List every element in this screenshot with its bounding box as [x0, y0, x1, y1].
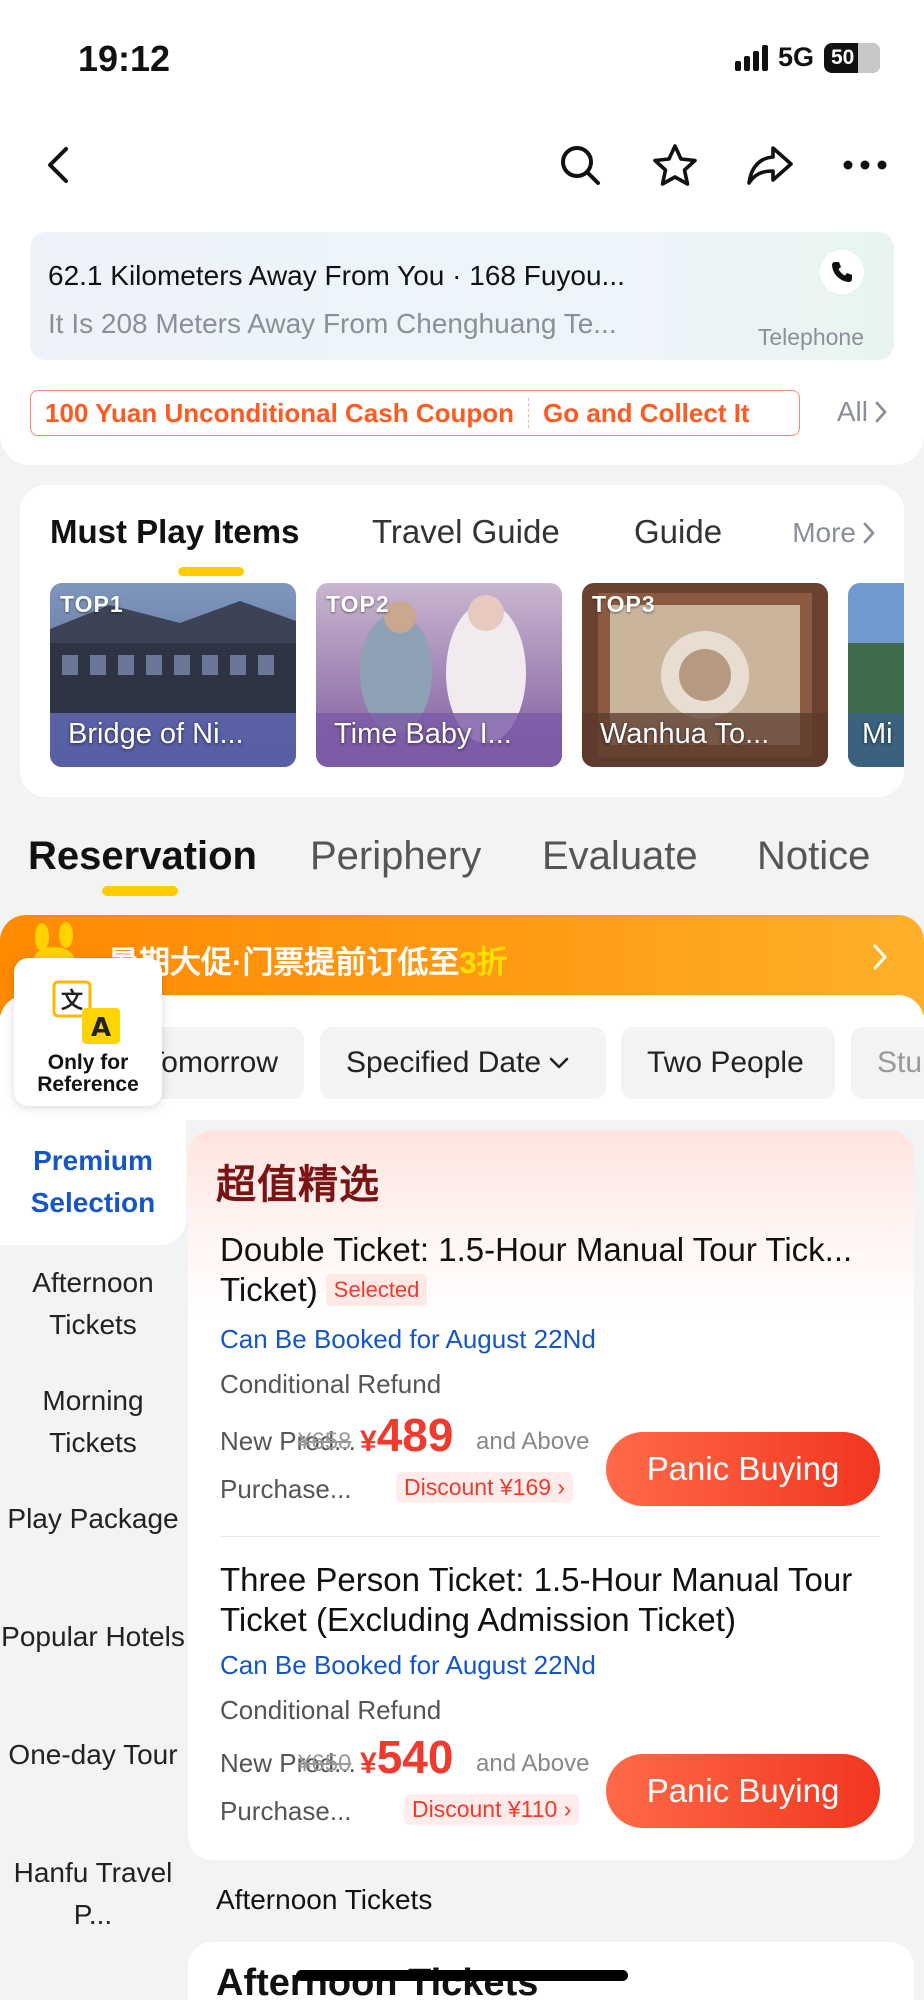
original-price: ¥650 — [298, 1750, 352, 1777]
filter-two-people[interactable]: Two People — [621, 1027, 835, 1099]
coupon-collect[interactable]: Go and Collect It — [529, 398, 764, 429]
selected-badge: Selected — [325, 1274, 428, 1306]
attraction-name: Mi — [862, 718, 893, 750]
tab-guide[interactable]: Guide — [634, 513, 722, 551]
ticket-item[interactable]: Double Ticket: 1.5-Hour Manual Tour Tick… — [220, 1230, 890, 1530]
coupon-bar[interactable]: 100 Yuan Unconditional Cash Coupon Go an… — [30, 390, 800, 436]
side-nav-afternoon-tickets[interactable]: Afternoon Tickets — [0, 1262, 186, 1346]
svg-text:文: 文 — [61, 988, 84, 1014]
address-nearby: It Is 208 Meters Away From Chenghuang Te… — [48, 308, 617, 339]
search-icon[interactable] — [553, 138, 607, 192]
must-play-item[interactable]: TOP2 Time Baby I... — [316, 583, 562, 767]
chevron-right-icon — [873, 944, 887, 970]
afternoon-tickets-title: Afternoon Tickets — [216, 1962, 539, 2000]
tab-periphery[interactable]: Periphery — [310, 834, 481, 879]
current-price: ¥489 — [360, 1409, 454, 1461]
nav-bar — [0, 110, 924, 220]
location-card: 62.1 Kilometers Away From You · 168 Fuyo… — [0, 220, 924, 465]
side-nav-premium-selection[interactable]: Premium Selection — [0, 1140, 186, 1224]
tab-evaluate[interactable]: Evaluate — [542, 834, 698, 879]
booking-date: Can Be Booked for August 22Nd — [220, 1324, 596, 1354]
rank-badge: TOP2 — [326, 591, 390, 617]
current-price: ¥540 — [360, 1731, 454, 1783]
must-play-more[interactable]: More — [792, 517, 876, 549]
side-nav-play-package[interactable]: Play Package — [0, 1498, 186, 1540]
side-nav-hanfu-travel[interactable]: Hanfu Travel P... — [0, 1852, 186, 1936]
translate-badge[interactable]: 文 A Only for Reference — [14, 958, 162, 1106]
refund-policy: Conditional Refund — [220, 1369, 442, 1399]
attraction-name: Time Baby I... — [334, 718, 512, 750]
star-icon[interactable] — [648, 138, 702, 192]
booking-date: Can Be Booked for August 22Nd — [220, 1650, 596, 1680]
must-play-card: Must Play Items Travel Guide Guide More … — [20, 485, 904, 797]
purchase-label: Purchase... — [220, 1796, 352, 1826]
filter-student[interactable]: Stu — [851, 1027, 924, 1099]
ticket-title: Three Person Ticket: 1.5-Hour Manual Tou… — [220, 1561, 853, 1638]
ticket-item[interactable]: Three Person Ticket: 1.5-Hour Manual Tou… — [220, 1560, 890, 1860]
premium-selection-card: 超值精选 Double Ticket: 1.5-Hour Manual Tour… — [188, 1130, 914, 1860]
attraction-name: Wanhua To... — [600, 718, 770, 750]
main-tabs: Reservation Periphery Evaluate Notice — [0, 820, 924, 915]
more-options-icon[interactable] — [838, 138, 892, 192]
and-above-label: and Above — [476, 1750, 590, 1777]
main-tab-indicator — [102, 886, 178, 896]
translate-label: Only for Reference — [37, 1051, 139, 1096]
battery-icon: 50 — [824, 42, 880, 73]
side-nav-popular-hotels[interactable]: Popular Hotels — [0, 1616, 186, 1658]
must-play-tabs: Must Play Items Travel Guide Guide — [50, 513, 890, 576]
chevron-right-icon — [863, 522, 875, 544]
discount-badge[interactable]: Discount ¥169 › — [396, 1472, 574, 1503]
purchase-label: Purchase... — [220, 1474, 352, 1504]
original-price: ¥658 — [298, 1428, 352, 1455]
chevron-down-icon — [549, 1057, 569, 1069]
tab-reservation[interactable]: Reservation — [28, 834, 257, 879]
coupon-all-link[interactable]: All — [837, 396, 888, 428]
ticket-title: Double Ticket: 1.5-Hour Manual Tour Tick… — [220, 1231, 853, 1308]
afternoon-tickets-header: Afternoon Tickets — [216, 1884, 433, 1915]
panic-buying-button[interactable]: Panic Buying — [606, 1754, 880, 1828]
share-icon[interactable] — [743, 138, 797, 192]
home-indicator[interactable] — [296, 1970, 628, 1981]
rank-badge: TOP1 — [60, 591, 124, 617]
discount-badge[interactable]: Discount ¥110 › — [404, 1794, 580, 1825]
tab-travel-guide[interactable]: Travel Guide — [372, 513, 560, 551]
panic-buying-button[interactable]: Panic Buying — [606, 1432, 880, 1506]
status-indicators: 5G 50 — [734, 42, 880, 73]
tab-notice[interactable]: Notice — [757, 834, 870, 879]
side-nav-morning-tickets[interactable]: Morning Tickets — [0, 1380, 186, 1464]
back-icon[interactable] — [32, 138, 86, 192]
rank-badge: TOP3 — [592, 591, 656, 617]
side-nav-one-day-tour[interactable]: One-day Tour — [0, 1734, 186, 1776]
must-play-tab-indicator — [178, 567, 244, 576]
network-label: 5G — [777, 42, 814, 72]
must-play-item[interactable]: Mi — [848, 583, 904, 767]
category-side-nav: Premium Selection Afternoon Tickets Morn… — [0, 1120, 186, 2000]
attraction-name: Bridge of Ni... — [68, 718, 244, 750]
status-time: 19:12 — [78, 38, 171, 79]
tab-must-play[interactable]: Must Play Items — [50, 513, 299, 551]
and-above-label: and Above — [476, 1428, 590, 1455]
telephone-label[interactable]: Telephone — [758, 324, 864, 351]
promo-text: 暑期大促·门票提前订低至3折 — [108, 945, 508, 980]
refund-policy: Conditional Refund — [220, 1695, 442, 1725]
status-bar: 19:12 5G 50 — [0, 0, 924, 110]
address-box[interactable]: 62.1 Kilometers Away From You · 168 Fuyo… — [30, 232, 894, 360]
filter-specified-date[interactable]: Specified Date — [320, 1027, 606, 1099]
svg-text:A: A — [91, 1013, 111, 1043]
chevron-right-icon — [875, 401, 887, 423]
coupon-text: 100 Yuan Unconditional Cash Coupon — [45, 397, 515, 428]
translate-icon: 文 A — [52, 980, 120, 1044]
must-play-item[interactable]: TOP1 Bridge of Ni... — [50, 583, 296, 767]
signal-icon — [734, 44, 768, 71]
section-title: 超值精选 — [216, 1163, 380, 1207]
phone-icon[interactable] — [820, 250, 864, 294]
address-distance: 62.1 Kilometers Away From You · 168 Fuyo… — [48, 260, 625, 291]
item-divider — [220, 1536, 880, 1537]
must-play-item[interactable]: TOP3 Wanhua To... — [582, 583, 828, 767]
